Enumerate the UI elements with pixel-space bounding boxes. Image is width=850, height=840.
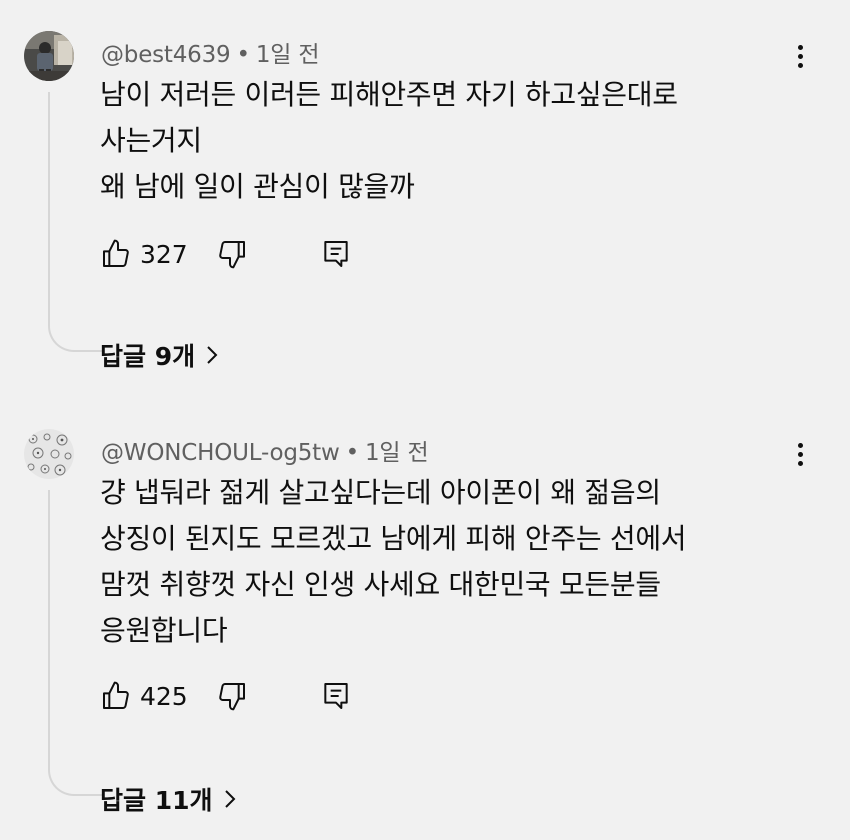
author-handle[interactable]: @best4639 xyxy=(101,42,231,68)
avatar[interactable] xyxy=(24,31,74,81)
more-vert-icon xyxy=(797,44,803,50)
comment-text: 걍 냅둬라 젊게 살고싶다는데 아이폰이 왜 젊음의 상징이 된지도 모르겠고 … xyxy=(100,470,800,654)
view-replies-button[interactable]: 답글 9개 xyxy=(100,337,219,373)
more-options-button[interactable] xyxy=(783,36,817,76)
like-button[interactable] xyxy=(100,680,134,714)
comment-time[interactable]: 1일 전 xyxy=(365,440,429,466)
comment-actions: 327 xyxy=(100,238,380,278)
comment-line: 왜 남에 일이 관심이 많을까 xyxy=(100,170,415,203)
more-vert-icon xyxy=(797,442,803,448)
comment-header: @best4639 • 1일 전 xyxy=(101,35,320,69)
more-options-button[interactable] xyxy=(783,434,817,474)
comment-actions: 425 xyxy=(100,680,380,720)
thread-line xyxy=(48,490,102,796)
view-replies-button[interactable]: 답글 11개 xyxy=(100,781,237,817)
comment-line: 응원합니다 xyxy=(100,614,228,647)
comment-line: 남이 저러든 이러든 피해안주면 자기 하고싶은대로 xyxy=(100,78,678,111)
comment-line: 걍 냅둬라 젊게 살고싶다는데 아이폰이 왜 젊음의 xyxy=(100,476,661,509)
replies-label: 답글 11개 xyxy=(100,786,213,815)
thread-line xyxy=(48,92,102,352)
separator-dot: • xyxy=(345,440,360,466)
thumbs-down-icon xyxy=(219,683,245,711)
chevron-right-icon xyxy=(207,346,218,364)
separator-dot: • xyxy=(236,42,250,68)
photo-avatar-icon xyxy=(24,31,74,81)
comment-line: 상징이 된지도 모르겠고 남에게 피해 안주는 선에서 xyxy=(100,522,687,555)
comment-header: @WONCHOUL-og5tw • 1일 전 xyxy=(101,433,429,467)
author-handle[interactable]: @WONCHOUL-og5tw xyxy=(101,440,340,466)
reply-icon xyxy=(324,683,348,709)
thumbs-up-icon xyxy=(103,239,129,267)
reply-button[interactable] xyxy=(320,680,354,714)
comment-line: 사는거지 xyxy=(100,124,202,157)
like-count: 327 xyxy=(140,240,188,269)
dislike-button[interactable] xyxy=(216,680,250,714)
dislike-button[interactable] xyxy=(216,238,250,272)
avatar[interactable] xyxy=(24,429,74,479)
thumbs-down-icon xyxy=(219,241,245,269)
reply-button[interactable] xyxy=(320,238,354,272)
chevron-right-icon xyxy=(224,790,235,808)
comment-time[interactable]: 1일 전 xyxy=(256,42,320,68)
replies-label: 답글 9개 xyxy=(100,342,196,371)
reply-icon xyxy=(324,241,348,267)
comment-line: 맘껏 취향껏 자신 인생 사세요 대한민국 모든분들 xyxy=(100,568,661,601)
like-button[interactable] xyxy=(100,238,134,272)
thumbs-up-icon xyxy=(103,681,129,709)
comment-text: 남이 저러든 이러든 피해안주면 자기 하고싶은대로 사는거지 왜 남에 일이 … xyxy=(100,72,800,210)
pattern-avatar-icon xyxy=(24,429,74,479)
like-count: 425 xyxy=(140,682,188,711)
